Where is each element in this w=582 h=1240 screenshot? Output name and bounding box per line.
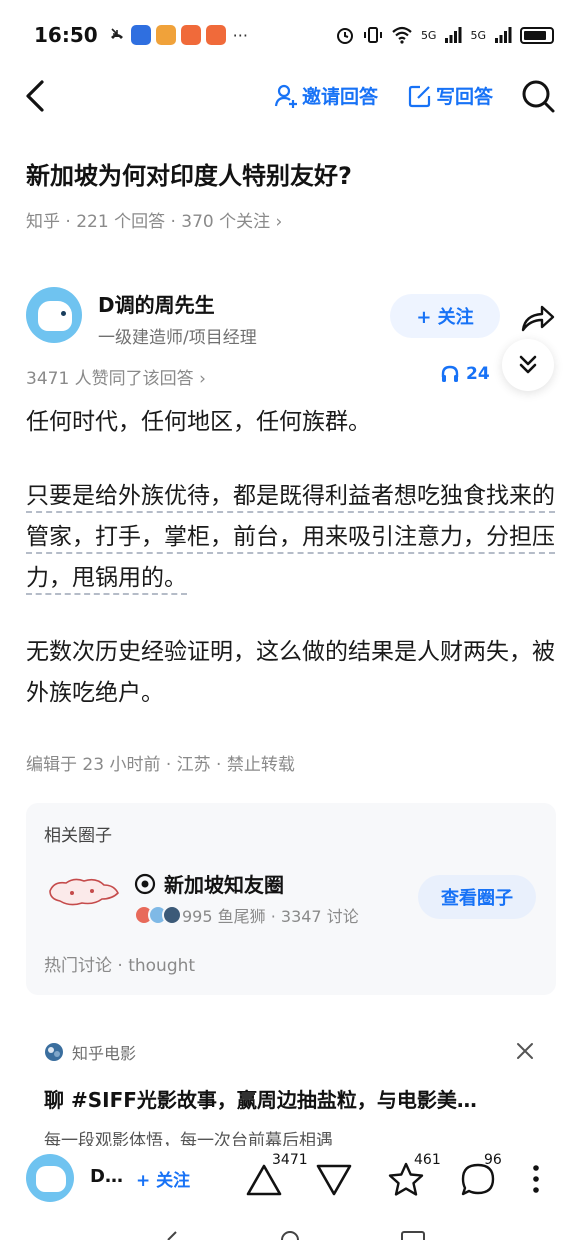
author-name[interactable]: D调的周先生	[98, 289, 215, 318]
votes-row: 3471 人赞同了该回答 › 24	[26, 364, 566, 389]
promo-source-label: 知乎电影	[72, 1044, 137, 1063]
signal-5g-label: 5G	[470, 28, 486, 42]
circle-map-thumbnail	[49, 878, 119, 906]
status-notification-icons: ···	[108, 25, 248, 45]
avatar-eye	[61, 311, 66, 316]
circle-stats-text: 995 鱼尾狮 · 3347 讨论	[182, 907, 359, 926]
alarm-icon	[336, 28, 353, 44]
related-circle-card[interactable]: 相关圈子 新加坡知友圈 995 鱼尾狮 · 3347 讨论 查看圈子 热门讨论 …	[26, 803, 556, 995]
member-avatars	[134, 905, 182, 925]
share-icon[interactable]	[520, 303, 556, 333]
promo-description: 每一段观影体悟，每一次台前幕后相遇	[44, 1131, 333, 1146]
promo-title[interactable]: 聊 #SIFF光影故事，赢周边抽盐粒，与电影美…	[44, 1084, 477, 1113]
zhihu-movie-logo-icon	[45, 1043, 63, 1061]
answer-paragraph: 任何时代，任何地区，任何族群。	[26, 409, 371, 435]
write-answer-button[interactable]: 写回答	[408, 82, 493, 109]
circle-name-label: 新加坡知友圈	[164, 873, 284, 897]
system-recents-icon	[401, 1231, 425, 1240]
invite-person-icon	[274, 84, 297, 108]
bottom-author-avatar[interactable]	[26, 1154, 74, 1202]
author-row: D调的周先生 一级建造师/项目经理 + 关注	[26, 287, 566, 391]
avatar-face	[36, 1166, 66, 1192]
related-circle-heading: 相关圈子	[44, 826, 112, 846]
follow-button[interactable]: + 关注	[390, 294, 500, 338]
circle-name[interactable]: 新加坡知友圈	[134, 869, 284, 898]
bottom-action-bar: D… + 关注 3471 461 96	[0, 1146, 582, 1212]
close-icon[interactable]	[514, 1040, 536, 1062]
status-right-icons: 5G 5G	[335, 25, 554, 45]
bottom-author-name[interactable]: D…	[90, 1166, 123, 1187]
battery-icon	[520, 26, 554, 44]
system-back-icon	[167, 1231, 177, 1240]
signal-5g-label: 5G	[420, 28, 437, 42]
search-icon[interactable]	[520, 78, 556, 114]
circle-target-icon	[134, 873, 156, 894]
app-notification-icon	[205, 25, 226, 45]
headphones-icon	[441, 365, 459, 382]
write-answer-label: 写回答	[436, 86, 494, 108]
app-notification-icon	[130, 25, 151, 45]
author-title: 一级建造师/项目经理	[98, 328, 257, 348]
wifi-icon	[392, 26, 412, 44]
write-edit-icon	[408, 85, 431, 107]
signal-bars-icon	[445, 27, 462, 43]
answer-body: 任何时代，任何地区，任何族群。 只要是给外族优待，都是既得利益者想吃独食找来的管…	[26, 402, 556, 747]
missed-call-icon	[110, 28, 123, 39]
promo-section[interactable]: 知乎电影 聊 #SIFF光影故事，赢周边抽盐粒，与电影美… 每一段观影体悟，每一…	[44, 1036, 544, 1146]
question-meta[interactable]: 知乎 · 221 个回答 · 370 个关注 ›	[26, 207, 282, 232]
bottom-follow-button[interactable]: + 关注	[136, 1166, 190, 1191]
promo-source: 知乎电影	[44, 1040, 136, 1064]
system-home-icon	[281, 1231, 299, 1240]
circle-stats: 995 鱼尾狮 · 3347 讨论	[134, 903, 359, 927]
listen-button[interactable]: 24	[440, 364, 490, 384]
upvote-summary[interactable]: 3471 人赞同了该回答 ›	[26, 369, 206, 389]
listen-count: 24	[466, 364, 490, 384]
author-avatar[interactable]	[26, 287, 82, 343]
status-bar: 16:50 ··· 5G 5G	[0, 0, 582, 70]
hot-topics[interactable]: 热门讨论 · thought	[44, 951, 195, 976]
app-notification-icon	[155, 25, 176, 45]
edit-meta: 编辑于 23 小时前 · 江苏 · 禁止转载	[26, 755, 295, 775]
status-time: 16:50	[34, 23, 98, 47]
vibrate-icon	[363, 27, 382, 43]
upvote-count: 3471	[272, 1152, 308, 1168]
answer-underlined-text[interactable]: 只要是给外族优待，都是既得利益者想吃独食找来的管家，打手，掌柜，前台，用来吸引注…	[26, 483, 555, 595]
question-title[interactable]: 新加坡为何对印度人特别友好?	[26, 156, 352, 191]
signal-bars-icon	[495, 27, 512, 43]
expand-chevrons-icon	[519, 355, 537, 374]
app-notification-icon	[180, 25, 201, 45]
comment-count: 96	[484, 1152, 502, 1168]
back-arrow-icon[interactable]	[22, 78, 52, 114]
downvote-icon[interactable]	[314, 1160, 354, 1200]
more-notifications-icon: ···	[232, 25, 248, 45]
member-avatar	[162, 905, 182, 925]
top-navigation: 邀请回答 写回答	[0, 70, 582, 122]
system-navigation-bar	[167, 1231, 425, 1240]
more-icon[interactable]	[526, 1162, 546, 1196]
avatar-face	[38, 301, 72, 331]
answer-paragraph: 只要是给外族优待，都是既得利益者想吃独食找来的管家，打手，掌柜，前台，用来吸引注…	[26, 476, 556, 599]
answer-paragraph: 无数次历史经验证明，这么做的结果是人财两失，被外族吃绝户。	[26, 639, 555, 706]
invite-answer-button[interactable]: 邀请回答	[274, 82, 378, 109]
invite-answer-label: 邀请回答	[302, 86, 379, 108]
favorite-count: 461	[414, 1152, 441, 1168]
view-circle-button[interactable]: 查看圈子	[418, 875, 536, 919]
expand-button[interactable]	[502, 339, 554, 391]
